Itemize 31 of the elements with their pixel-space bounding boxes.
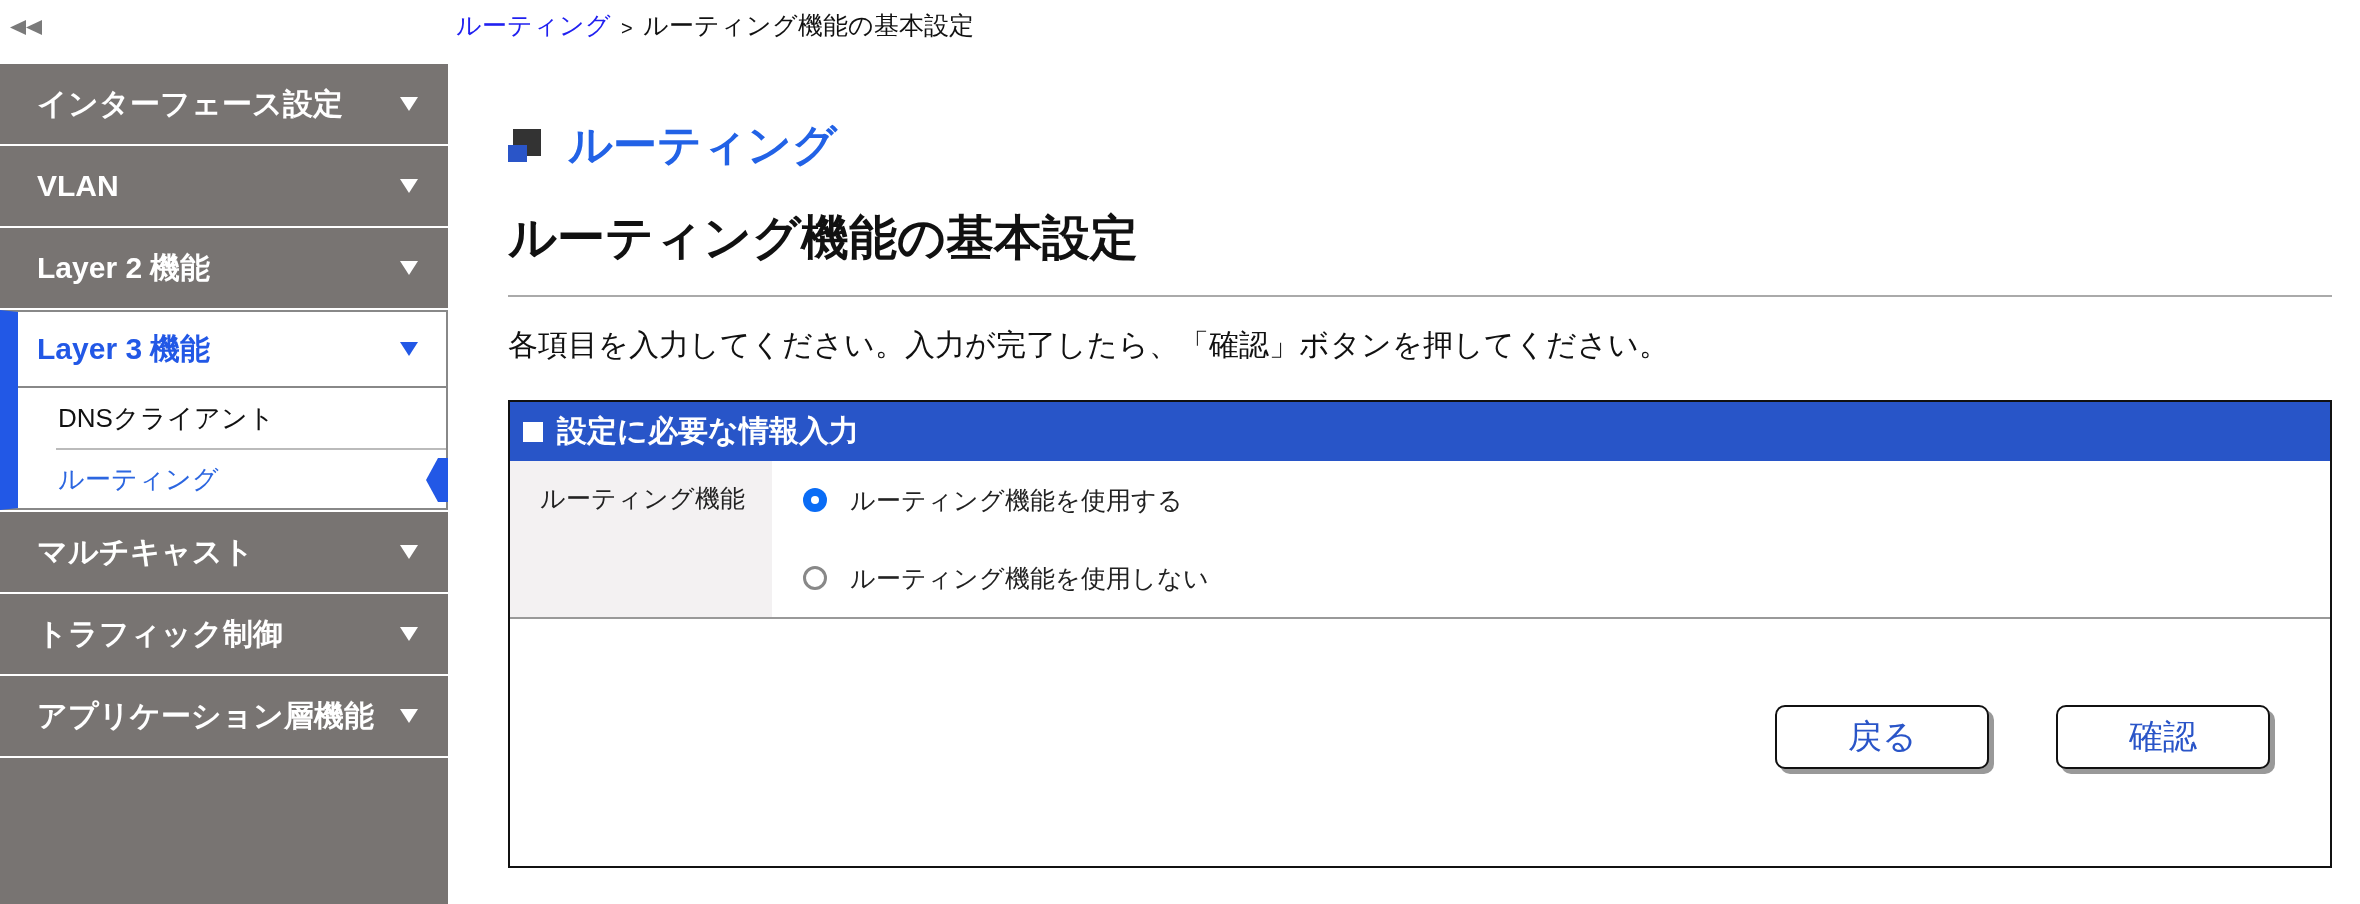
form-header-title: 設定に必要な情報入力	[557, 413, 859, 449]
selection-pointer-icon	[426, 458, 448, 502]
menu-item[interactable]: VLAN	[0, 146, 448, 226]
caret-down-icon	[400, 627, 418, 641]
radio-button[interactable]	[803, 488, 827, 512]
page-title: ルーティング機能の基本設定	[508, 210, 1138, 266]
square-icon	[523, 421, 543, 442]
caret-down-icon	[400, 179, 418, 193]
menu-item[interactable]: Layer 2 機能	[0, 228, 448, 308]
radio-button[interactable]	[803, 566, 827, 590]
caret-down-icon	[400, 342, 418, 356]
stacked-squares-icon	[508, 128, 541, 162]
caret-down-icon	[400, 97, 418, 111]
submenu-item[interactable]: DNSクライアント	[56, 388, 446, 448]
menu-item[interactable]: インターフェース設定	[0, 64, 448, 144]
menu-item[interactable]: トラフィック制御	[0, 594, 448, 674]
double-triangle-left-icon[interactable]	[10, 20, 42, 35]
caret-down-icon	[400, 261, 418, 275]
breadcrumb-separator: >	[621, 15, 633, 40]
section-title: ルーティング	[568, 119, 837, 171]
instructions-text: 各項目を入力してください。入力が完了したら、「確認」ボタンを押してください。	[508, 327, 1669, 363]
breadcrumb-current: ルーティング機能の基本設定	[642, 9, 974, 41]
caret-down-icon	[400, 709, 418, 723]
menu-item[interactable]: アプリケーション層機能	[0, 676, 448, 756]
breadcrumb-link[interactable]: ルーティング	[456, 8, 611, 42]
field-label: ルーティング機能	[510, 461, 772, 617]
caret-down-icon	[400, 545, 418, 559]
option-label[interactable]: ルーティング機能を使用しない	[850, 561, 1209, 595]
menu-item[interactable]: マルチキャスト	[0, 512, 448, 592]
submenu-item[interactable]: ルーティング	[56, 448, 446, 508]
option-label[interactable]: ルーティング機能を使用する	[850, 483, 1183, 517]
